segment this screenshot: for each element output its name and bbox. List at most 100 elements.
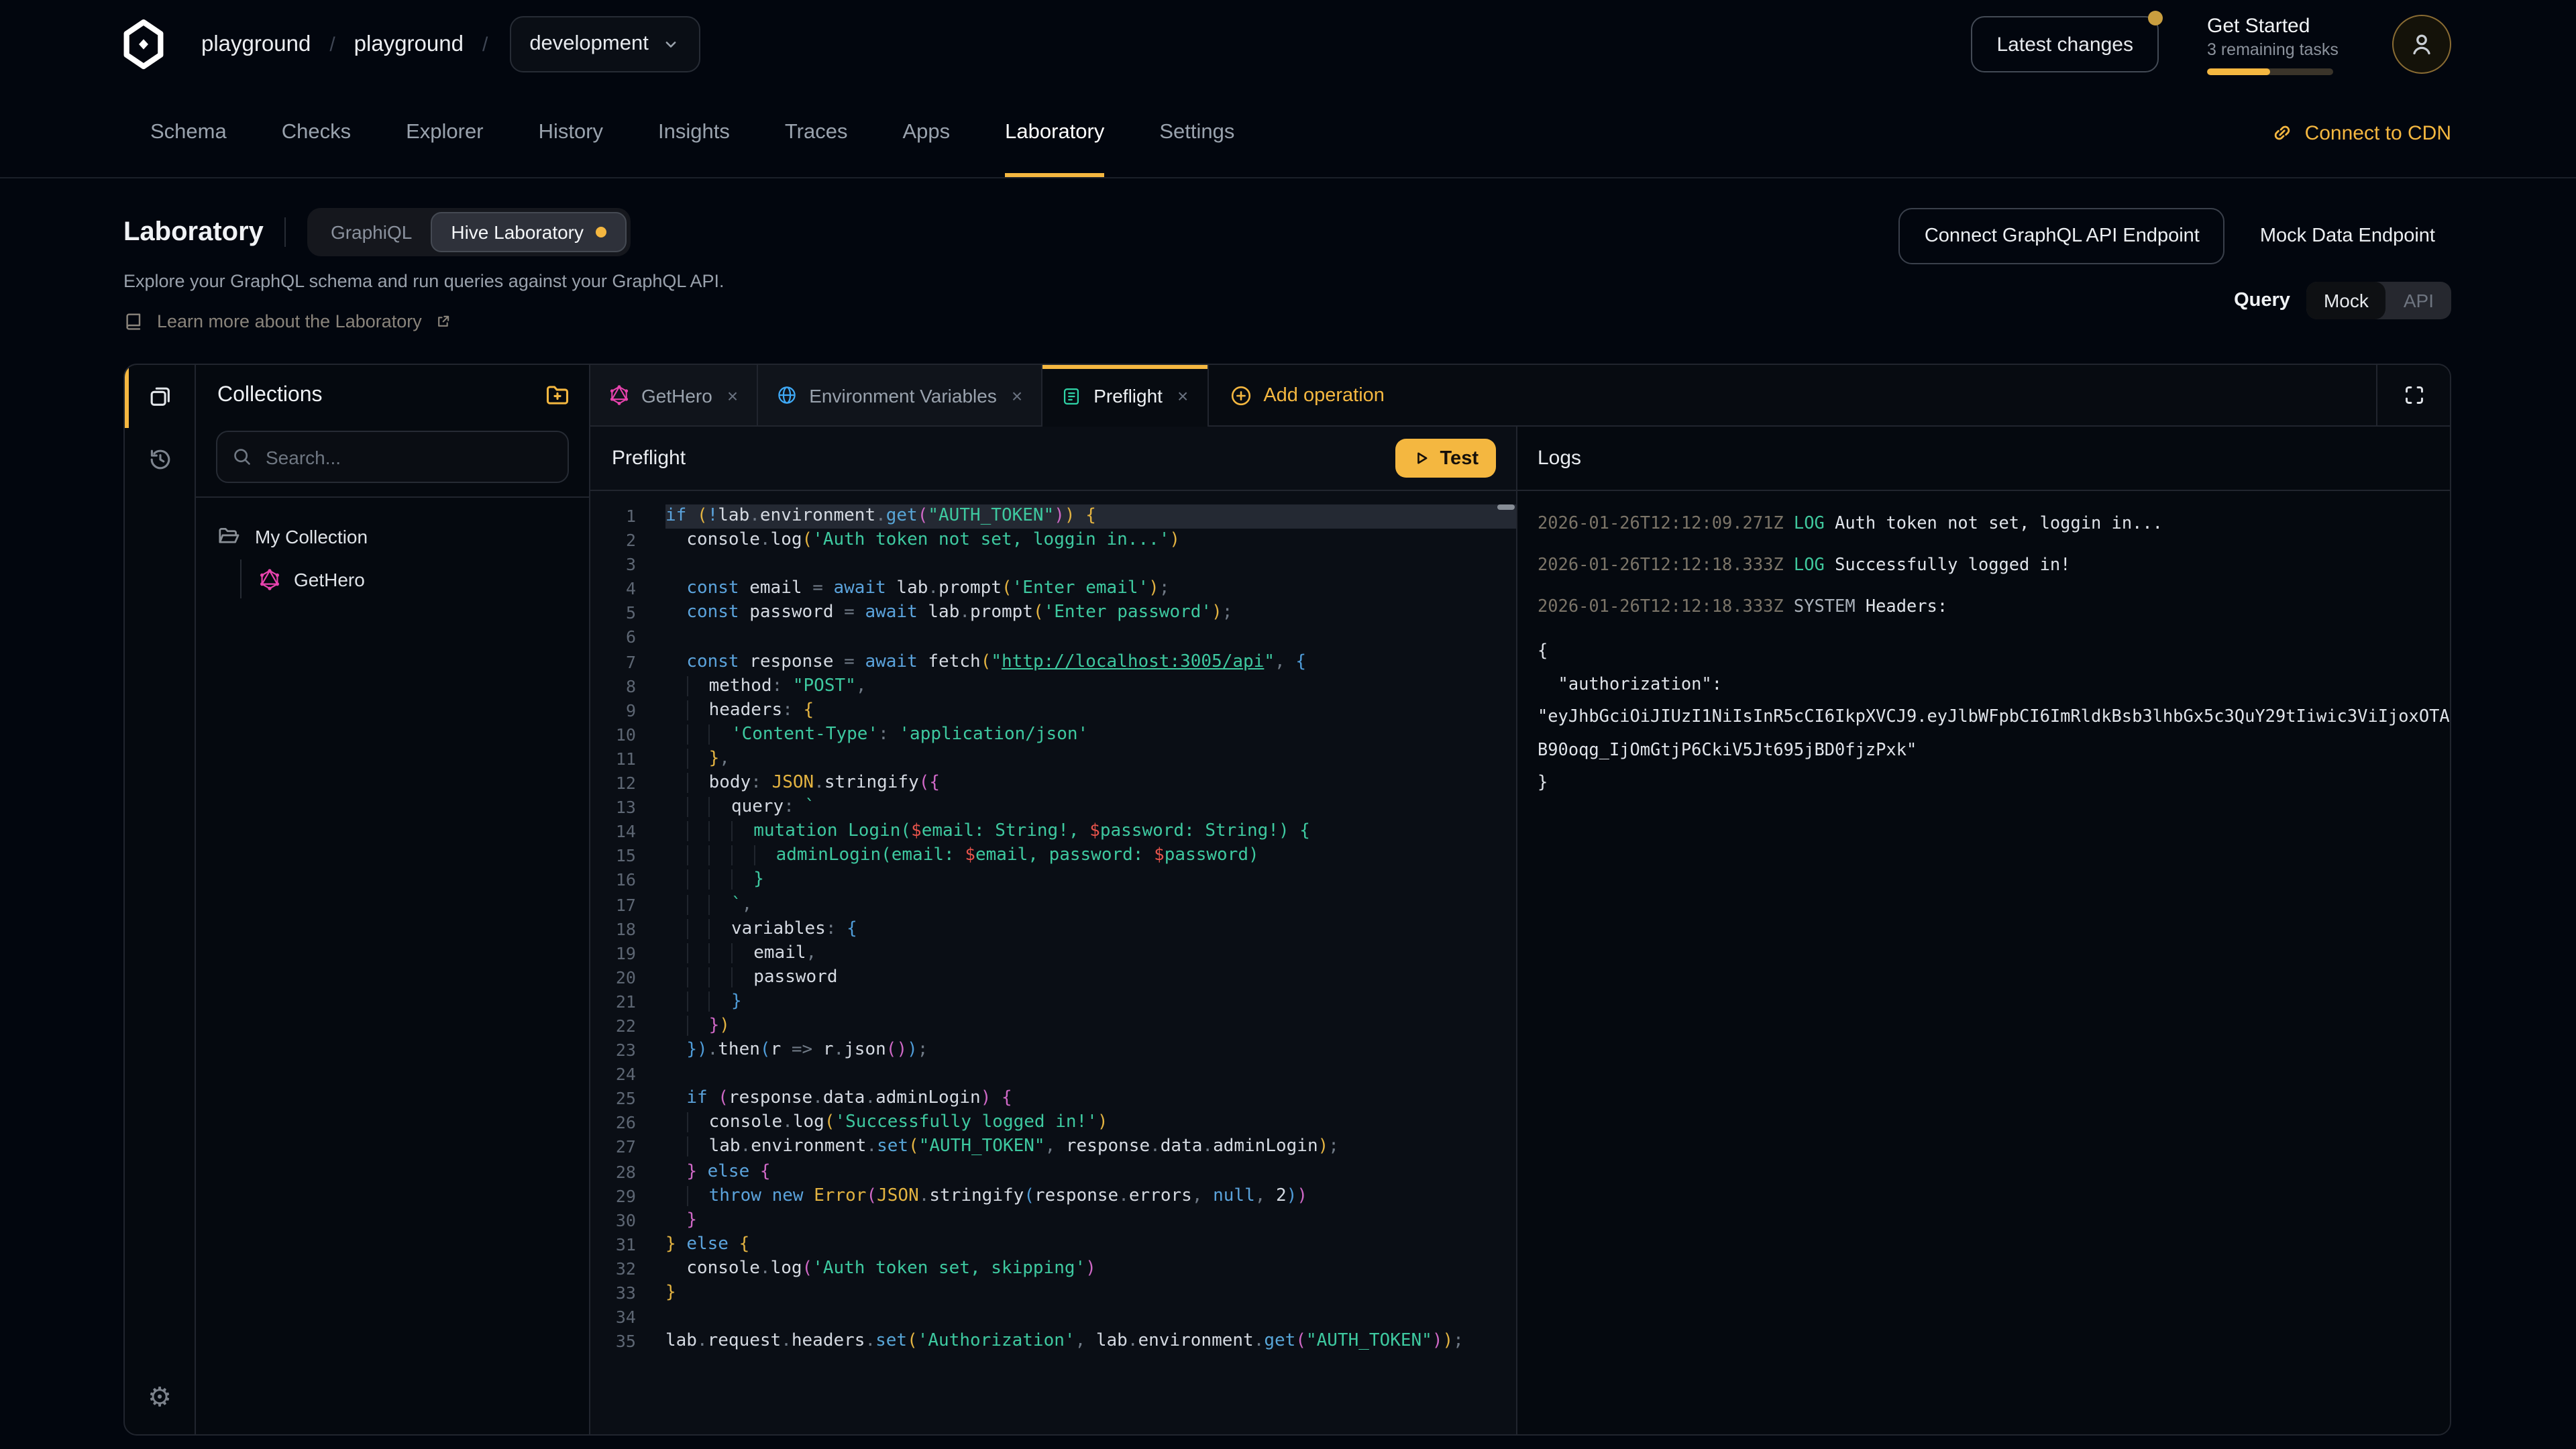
- code-line: 31} else {: [590, 1233, 1516, 1257]
- play-icon: [1413, 449, 1431, 467]
- code-line: 13 query: `: [590, 796, 1516, 820]
- nav-tab-laboratory[interactable]: Laboratory: [1005, 89, 1104, 177]
- code-line: 3: [590, 553, 1516, 577]
- code-line: 11 },: [590, 747, 1516, 771]
- nav-tab-traces[interactable]: Traces: [785, 89, 848, 177]
- code-line: 14 mutation Login($email: String!, $pass…: [590, 820, 1516, 844]
- line-number: 22: [590, 1014, 665, 1038]
- mock-data-endpoint-button[interactable]: Mock Data Endpoint: [2244, 209, 2451, 263]
- tab-label: GetHero: [641, 384, 712, 406]
- line-number: 16: [590, 869, 665, 893]
- line-number: 4: [590, 578, 665, 602]
- external-link-icon: [435, 313, 453, 330]
- breadcrumb-project[interactable]: playground: [354, 32, 464, 57]
- code-line: 4 const email = await lab.prompt('Enter …: [590, 578, 1516, 602]
- nav-tab-apps[interactable]: Apps: [902, 89, 950, 177]
- mode-api[interactable]: API: [2386, 282, 2451, 319]
- code-line: 32 console.log('Auth token set, skipping…: [590, 1257, 1516, 1281]
- logs-title: Logs: [1538, 447, 1581, 470]
- connect-graphql-endpoint-button[interactable]: Connect GraphQL API Endpoint: [1899, 208, 2225, 264]
- hive-logo-icon[interactable]: [118, 15, 169, 74]
- collection-folder-my-collection[interactable]: My Collection: [196, 515, 589, 557]
- collections-rail-button[interactable]: [125, 365, 195, 428]
- nav-tab-insights[interactable]: Insights: [658, 89, 730, 177]
- get-started-subtitle: 3 remaining tasks: [2207, 40, 2333, 58]
- book-icon: [123, 311, 144, 331]
- code-line: 34: [590, 1305, 1516, 1330]
- line-number: 35: [590, 1330, 665, 1354]
- line-number: 32: [590, 1257, 665, 1281]
- nav-tab-schema[interactable]: Schema: [150, 89, 227, 177]
- code-line: 16 }: [590, 869, 1516, 893]
- code-line: 19 email,: [590, 941, 1516, 965]
- nav-tab-settings[interactable]: Settings: [1159, 89, 1234, 177]
- line-number: 20: [590, 966, 665, 990]
- nav-tab-history[interactable]: History: [539, 89, 603, 177]
- breadcrumb-separator: /: [329, 33, 335, 56]
- target-selector-value: development: [529, 32, 649, 56]
- search-input[interactable]: [263, 445, 553, 469]
- code-line: 35lab.request.headers.set('Authorization…: [590, 1330, 1516, 1354]
- add-operation-label: Add operation: [1263, 384, 1385, 406]
- laboratory-header: Laboratory GraphiQL Hive Laboratory Expl…: [123, 208, 2451, 331]
- chevron-down-icon: [662, 35, 681, 54]
- tab-environment-variables[interactable]: Environment Variables ×: [758, 365, 1042, 425]
- line-number: 5: [590, 602, 665, 626]
- close-icon[interactable]: ×: [1012, 384, 1022, 406]
- user-avatar[interactable]: [2392, 15, 2451, 74]
- collection-operation-gethero[interactable]: GetHero: [196, 557, 589, 601]
- editor-scrollbar[interactable]: [1497, 504, 1515, 510]
- close-icon[interactable]: ×: [727, 384, 738, 406]
- line-number: 11: [590, 747, 665, 771]
- log-raw-line: "authorization":: [1538, 667, 2450, 700]
- nav-tab-explorer[interactable]: Explorer: [406, 89, 483, 177]
- ui-mode-toggle: GraphiQL Hive Laboratory: [308, 208, 631, 256]
- code-line: 22 }): [590, 1014, 1516, 1038]
- tab-gethero[interactable]: GetHero ×: [590, 365, 758, 425]
- add-operation-button[interactable]: Add operation: [1208, 365, 1406, 425]
- line-number: 26: [590, 1112, 665, 1136]
- new-collection-button[interactable]: [545, 382, 570, 408]
- line-number: 13: [590, 796, 665, 820]
- toggle-graphiql[interactable]: GraphiQL: [312, 213, 431, 251]
- breadcrumb-org[interactable]: playground: [201, 32, 311, 57]
- page-description: Explore your GraphQL schema and run quer…: [123, 271, 724, 291]
- line-number: 3: [590, 553, 665, 577]
- script-icon: [1061, 386, 1081, 406]
- settings-gear-button[interactable]: ⚙: [125, 1359, 195, 1434]
- code-editor[interactable]: 1if (!lab.environment.get("AUTH_TOKEN"))…: [590, 491, 1516, 1434]
- nav-tabs: Schema Checks Explorer History Insights …: [150, 89, 1234, 177]
- test-button[interactable]: Test: [1396, 439, 1497, 478]
- toggle-hive-laboratory[interactable]: Hive Laboratory: [431, 212, 627, 252]
- tab-label: Preflight: [1093, 385, 1163, 407]
- collections-search[interactable]: [216, 431, 569, 483]
- code-line: 30 }: [590, 1208, 1516, 1232]
- gear-icon: ⚙: [148, 1380, 172, 1413]
- page-title: Laboratory: [123, 217, 264, 248]
- fullscreen-button[interactable]: [2376, 365, 2450, 425]
- logs-output[interactable]: 2026-01-26T12:12:09.271Z LOG Auth token …: [1517, 491, 2450, 1434]
- learn-more-link[interactable]: Learn more about the Laboratory: [123, 311, 724, 331]
- history-rail-button[interactable]: [125, 428, 195, 491]
- connect-to-cdn-link[interactable]: Connect to CDN: [2271, 89, 2451, 177]
- tab-preflight[interactable]: Preflight ×: [1042, 365, 1208, 427]
- person-icon: [2408, 31, 2435, 58]
- get-started-widget[interactable]: Get Started 3 remaining tasks: [2207, 14, 2333, 74]
- target-selector[interactable]: development: [509, 16, 701, 72]
- line-number: 6: [590, 626, 665, 650]
- collections-tree: My Collection GetHero: [196, 498, 589, 601]
- notification-dot: [2148, 11, 2163, 25]
- latest-changes-label: Latest changes: [1997, 33, 2134, 56]
- line-number: 19: [590, 941, 665, 965]
- code-line: 5 const password = await lab.prompt('Ent…: [590, 602, 1516, 626]
- code-line: 18 variables: {: [590, 917, 1516, 941]
- line-number: 33: [590, 1281, 665, 1305]
- nav-tab-checks[interactable]: Checks: [282, 89, 351, 177]
- mode-mock[interactable]: Mock: [2306, 282, 2386, 319]
- test-button-label: Test: [1440, 447, 1479, 469]
- breadcrumb-separator: /: [482, 33, 488, 56]
- folder-open-icon: [217, 525, 240, 547]
- latest-changes-button[interactable]: Latest changes: [1972, 16, 2159, 72]
- log-entry: 2026-01-26T12:12:18.333Z SYSTEM Headers:: [1538, 593, 2450, 619]
- close-icon[interactable]: ×: [1177, 385, 1188, 407]
